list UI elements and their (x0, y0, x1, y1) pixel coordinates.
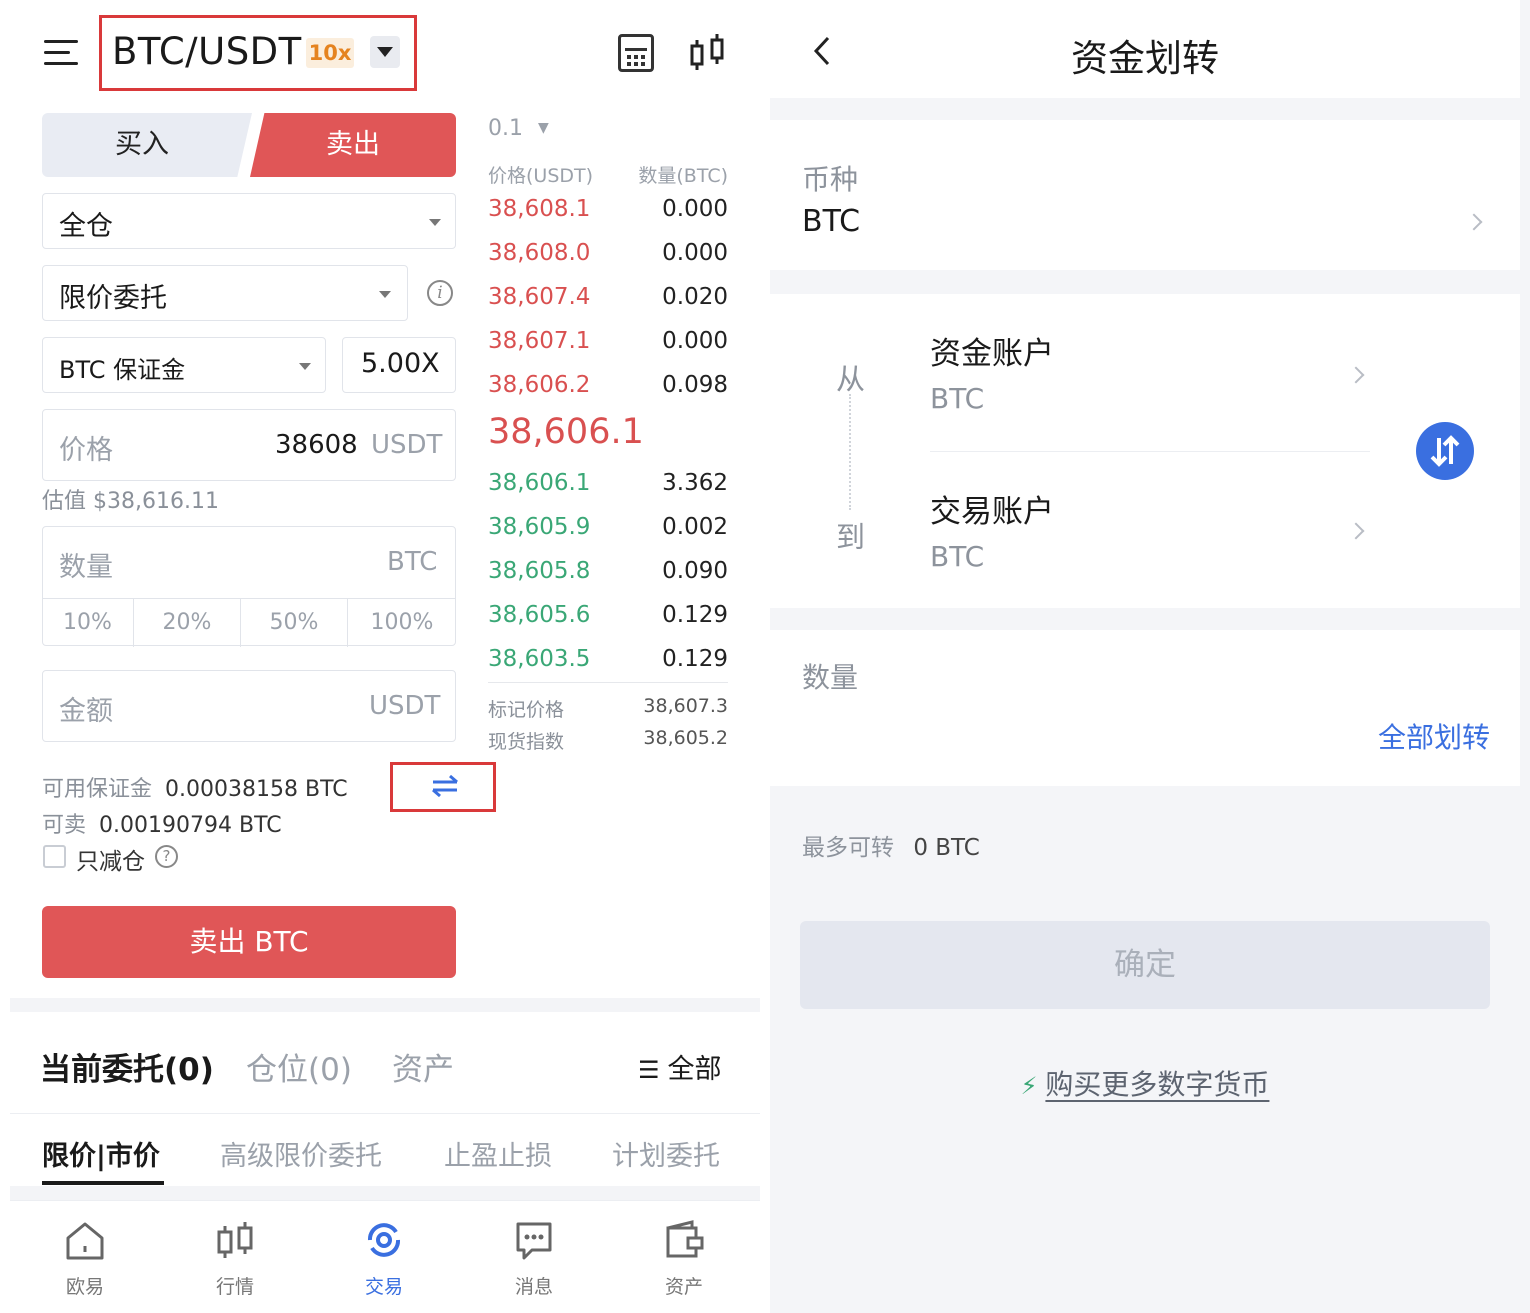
section-separator (10, 1186, 760, 1200)
ask-row[interactable]: 38,607.1 0.000 (488, 328, 728, 372)
candlestick-chart-icon (217, 1222, 253, 1258)
nav-assets[interactable]: 资产 (634, 1218, 734, 1299)
candlestick-chart-icon[interactable] (688, 32, 728, 74)
subtab-advanced-limit[interactable]: 高级限价委托 (220, 1134, 382, 1173)
available-margin: 可用保证金 0.00038158 BTC (42, 777, 348, 802)
transfer-all-link[interactable]: 全部划转 (1378, 716, 1490, 756)
price-value: 38608 (275, 430, 358, 460)
confirm-button[interactable]: 确定 (800, 921, 1490, 1009)
pct-10-button[interactable]: 10% (42, 599, 134, 647)
menu-icon[interactable] (44, 38, 80, 68)
pct-100-button[interactable]: 100% (348, 599, 456, 647)
currency-selector[interactable]: 币种 BTC (770, 120, 1520, 270)
subtab-limit-market[interactable]: 限价|市价 (42, 1134, 160, 1173)
help-icon[interactable]: ? (155, 845, 178, 868)
connector-line (849, 394, 851, 510)
futures-trade-screen: BTC/USDT 10x 买入 卖出 全仓 限价委托 i BTC 保证金 5.0… (0, 0, 768, 1313)
price-input[interactable]: 价格 38608 USDT (42, 409, 456, 481)
sell-btc-button[interactable]: 卖出 BTC (42, 906, 456, 978)
leverage-field[interactable]: 5.00X (342, 337, 456, 393)
tab-assets[interactable]: 资产 (392, 1044, 454, 1089)
chat-icon (516, 1222, 552, 1260)
currency-value: BTC (802, 204, 861, 239)
account-selector: 从 到 资金账户 BTC 交易账户 BTC (770, 294, 1520, 608)
reduce-only-checkbox[interactable] (43, 845, 66, 868)
leverage-badge: 10x (306, 38, 354, 68)
reduce-only-label: 只减仓 (76, 849, 145, 875)
filter-all-button[interactable]: ☰ 全部 (638, 1047, 722, 1086)
info-icon[interactable]: i (427, 280, 453, 306)
to-account[interactable]: 交易账户 BTC (930, 482, 1370, 608)
divider (10, 1113, 760, 1114)
swap-vertical-icon (1430, 435, 1460, 467)
pct-50-button[interactable]: 50% (241, 599, 348, 647)
percentage-selector: 10% 20% 50% 100% (42, 598, 456, 647)
tab-positions[interactable]: 仓位(0) (246, 1044, 352, 1089)
chevron-down-icon: ▼ (538, 120, 549, 136)
tab-buy[interactable]: 买入 (42, 113, 252, 177)
orderbook-header: 价格(USDT) 数量(BTC) (488, 165, 728, 187)
pair-title[interactable]: BTC/USDT (112, 30, 302, 73)
list-icon: ☰ (638, 1056, 660, 1084)
bid-row[interactable]: 38,605.6 0.129 (488, 602, 728, 646)
divider (488, 682, 728, 683)
nav-market[interactable]: 行情 (185, 1218, 285, 1299)
divider (930, 451, 1370, 452)
margin-mode-select[interactable]: 全仓 (42, 193, 456, 249)
subtab-tp-sl[interactable]: 止盈止损 (444, 1134, 552, 1173)
last-price[interactable]: 38,606.1 (488, 412, 644, 452)
sellable-amount: 可卖 0.00190794 BTC (42, 813, 282, 838)
mark-price: 标记价格 38,607.3 (488, 695, 728, 721)
ask-row[interactable]: 38,606.2 0.098 (488, 372, 728, 416)
to-label: 到 (836, 520, 866, 554)
ask-row[interactable]: 38,607.4 0.020 (488, 284, 728, 328)
transfer-icon[interactable] (430, 775, 460, 797)
amount-input[interactable]: 金额 USDT (42, 670, 456, 742)
tab-current-orders[interactable]: 当前委托(0) (40, 1044, 214, 1089)
lightning-icon: ⚡ (1020, 1072, 1038, 1100)
pair-dropdown-icon[interactable] (370, 36, 400, 68)
chevron-right-icon (1347, 366, 1365, 384)
max-transferable: 最多可转 0 BTC (802, 835, 980, 861)
buy-more-link[interactable]: ⚡ 购买更多数字货币 (770, 1063, 1520, 1103)
fund-transfer-screen: 资金划转 币种 BTC 从 到 资金账户 BTC 交易账户 BTC 数量 全部划… (770, 0, 1530, 1313)
nav-home[interactable]: 欧易 (35, 1218, 135, 1299)
calculator-icon[interactable] (618, 34, 654, 72)
chevron-down-icon (429, 219, 441, 226)
trade-icon (368, 1223, 400, 1257)
ask-row[interactable]: 38,608.1 0.000 (488, 196, 728, 240)
nav-trade[interactable]: 交易 (334, 1218, 434, 1299)
chevron-right-icon (1347, 522, 1365, 540)
from-account[interactable]: 资金账户 BTC (930, 324, 1370, 450)
chevron-down-icon (379, 291, 391, 298)
bid-row[interactable]: 38,605.8 0.090 (488, 558, 728, 602)
bid-row[interactable]: 38,605.9 0.002 (488, 514, 728, 558)
swap-accounts-button[interactable] (1416, 422, 1474, 480)
chevron-right-icon (1465, 213, 1483, 231)
index-price: 现货指数 38,605.2 (488, 727, 728, 753)
chevron-down-icon (299, 363, 311, 370)
active-tab-indicator (42, 1181, 164, 1185)
quantity-input[interactable]: 数量 全部划转 (770, 630, 1520, 786)
subtab-plan-order[interactable]: 计划委托 (612, 1134, 720, 1173)
section-separator (10, 998, 760, 1012)
from-label: 从 (836, 362, 866, 396)
ask-row[interactable]: 38,608.0 0.000 (488, 240, 728, 284)
order-type-select[interactable]: 限价委托 (42, 265, 408, 321)
bid-row[interactable]: 38,606.1 3.362 (488, 470, 728, 514)
estimated-value: 估值 $38,616.11 (42, 489, 219, 514)
margin-currency-select[interactable]: BTC 保证金 (42, 337, 326, 393)
home-icon (66, 1222, 104, 1260)
nav-messages[interactable]: 消息 (484, 1218, 584, 1299)
pct-20-button[interactable]: 20% (134, 599, 241, 647)
wallet-icon (666, 1220, 704, 1258)
bid-row[interactable]: 38,603.5 0.129 (488, 646, 728, 690)
depth-select[interactable]: 0.1 ▼ (488, 116, 549, 141)
page-title: 资金划转 (1071, 37, 1219, 80)
tab-sell[interactable]: 卖出 (250, 113, 456, 177)
